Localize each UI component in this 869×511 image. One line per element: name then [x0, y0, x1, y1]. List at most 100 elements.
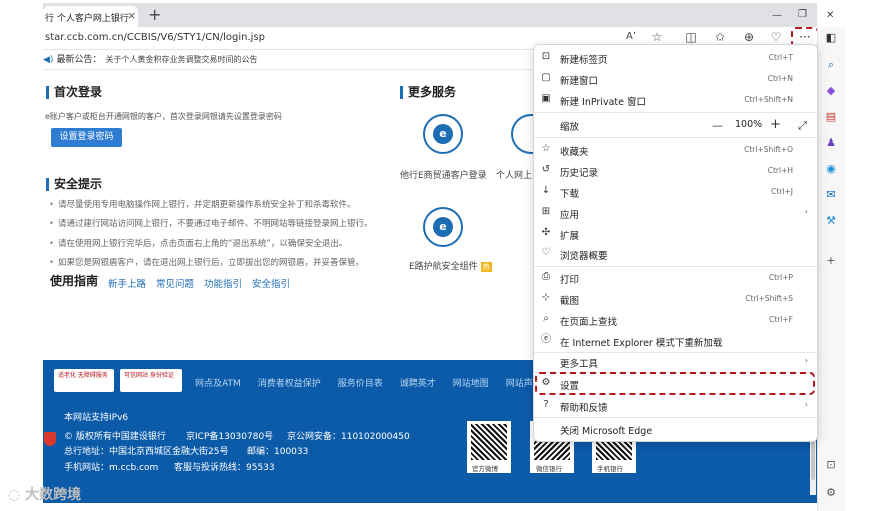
menu-item-close-edge[interactable]: 关闭 Microsoft Edge	[534, 419, 817, 439]
menu-label: 新建窗口	[560, 76, 599, 87]
printer-icon: ⎙	[542, 271, 550, 282]
footer-link-fees[interactable]: 服务价目表	[338, 379, 383, 389]
close-window-button[interactable]: ✕	[826, 10, 834, 21]
menu-item-more-tools[interactable]: 更多工具 ›	[534, 352, 817, 372]
url-text[interactable]: star.ccb.com.cn/CCBIS/V6/STY1/CN/login.j…	[45, 32, 265, 43]
announcement-link[interactable]: 关于个人黄金积存业务调整交易时间的公告	[105, 55, 257, 64]
menu-item-find[interactable]: ⌕ 在页面上查找 Ctrl+F	[534, 310, 817, 330]
menu-item-new-window[interactable]: ▢ 新建窗口 Ctrl+N	[534, 69, 817, 89]
watermark: ◌ 大数跨境	[8, 484, 81, 504]
menu-item-new-tab[interactable]: ⊡ 新建标签页 Ctrl+T	[534, 48, 817, 68]
menu-label: 浏览器概要	[560, 251, 608, 262]
menu-item-help[interactable]: ? 帮助和反馈 ›	[534, 396, 817, 416]
favorites-icon[interactable]: ✩	[712, 29, 728, 45]
briefcase-icon[interactable]: ▤	[824, 110, 838, 124]
history-icon: ↺	[541, 164, 551, 175]
icp-text[interactable]: 京ICP备13030780号	[186, 429, 273, 442]
security-tip-2: 请通过建行网站访问网上银行，不要通过电子邮件、不明网站等链接登录网上银行。	[49, 217, 373, 229]
footer-nav: 网点及ATM 消费者权益保护 服务价目表 诚聘英才 网站地图 网站声明	[195, 376, 559, 389]
guide-link-security[interactable]: 安全指引	[252, 279, 290, 290]
tab-ccb-login[interactable]: 行 个人客户网上银行	[43, 6, 138, 27]
footer-link-sitemap[interactable]: 网站地图	[453, 379, 489, 389]
add-sidebar-app-icon[interactable]: +	[824, 254, 838, 268]
sidebar-toggle-icon[interactable]: ◧	[824, 31, 838, 45]
menu-label: 新建 InPrivate 窗口	[560, 97, 646, 108]
menu-separator	[534, 137, 817, 138]
search-icon[interactable]: ⌕	[824, 58, 838, 72]
menu-item-history[interactable]: ↺ 历史记录 Ctrl+H	[534, 161, 817, 181]
menu-separator	[534, 112, 817, 113]
footer-link-branches[interactable]: 网点及ATM	[195, 379, 241, 389]
menu-item-screenshot[interactable]: ⊹ 截图 Ctrl+Shift+S	[534, 289, 817, 309]
tab-title: 行 个人客户网上银行	[45, 14, 129, 24]
trusted-site-logo[interactable]: 可信网站 身份验证	[120, 369, 182, 392]
service-eshangmao-label[interactable]: 他行E商贸通客户登录	[400, 168, 487, 181]
settings-highlight-box	[535, 372, 815, 395]
police-record-text[interactable]: 京公网安备：110102000450	[287, 429, 410, 442]
watermark-text: 大数跨境	[25, 487, 82, 503]
zoom-in-button[interactable]: +	[770, 117, 781, 132]
service-personal-label[interactable]: 个人网上	[496, 168, 532, 181]
new-tab-icon: ⊡	[541, 51, 551, 62]
menu-item-extensions[interactable]: ✣ 扩展	[534, 224, 817, 244]
zip-text: 邮编：100033	[247, 447, 309, 457]
service-security-component-label[interactable]: E路护航安全组件热	[409, 259, 492, 272]
watermark-logo-icon: ◌	[8, 487, 26, 503]
tab-close-icon[interactable]: ×	[127, 9, 136, 22]
menu-item-apps[interactable]: ⊞ 应用 ›	[534, 203, 817, 223]
collections-icon[interactable]: ⊕	[741, 29, 757, 45]
outlook-icon[interactable]: ✉	[824, 188, 838, 202]
chevron-right-icon: ›	[804, 400, 808, 409]
menu-item-favorites[interactable]: ☆ 收藏夹 Ctrl+Shift+O	[534, 140, 817, 160]
menu-label: 帮助和反馈	[560, 403, 608, 414]
person-icon[interactable]: ♟	[824, 136, 838, 150]
zoom-out-button[interactable]: —	[712, 119, 723, 132]
more-services-title: 更多服务	[400, 86, 456, 99]
tag-icon[interactable]: ◆	[824, 84, 838, 98]
menu-label: 在 Internet Explorer 模式下重新加载	[560, 338, 723, 349]
first-login-title: 首次登录	[46, 86, 102, 99]
minimize-button[interactable]: —	[772, 10, 782, 21]
new-tab-button[interactable]: +	[148, 5, 161, 24]
read-aloud-icon[interactable]: Aʼ	[623, 29, 639, 45]
guide-link-function[interactable]: 功能指引	[204, 279, 242, 290]
accessibility-logo[interactable]: 适老化 无障碍服务	[54, 369, 114, 392]
fullscreen-icon[interactable]: ⤢	[798, 119, 807, 133]
tools-icon[interactable]: ⚒	[824, 214, 838, 228]
set-login-password-button[interactable]: 设置登录密码	[51, 128, 122, 147]
help-icon: ?	[543, 399, 549, 410]
menu-item-new-inprivate[interactable]: ▣ 新建 InPrivate 窗口 Ctrl+Shift+N	[534, 90, 817, 110]
menu-shortcut: Ctrl+T	[768, 53, 793, 62]
inprivate-icon: ▣	[541, 93, 551, 104]
menu-item-print[interactable]: ⎙ 打印 Ctrl+P	[534, 268, 817, 288]
restore-button[interactable]: ❐	[798, 9, 807, 20]
copyright-text: © 版权所有中国建设银行	[64, 432, 166, 442]
footer-link-careers[interactable]: 诚聘英才	[400, 379, 436, 389]
divider	[43, 69, 533, 70]
menu-shortcut: Ctrl+P	[768, 273, 793, 282]
service-eshangmao-icon[interactable]: e	[423, 114, 463, 154]
guide-title: 使用指南	[50, 274, 99, 288]
split-screen-icon[interactable]: ◫	[683, 29, 699, 45]
announcement-bar: ◀) 最新公告： 关于个人黄金积存业务调整交易时间的公告	[43, 52, 257, 68]
menu-item-browser-essentials[interactable]: ♡ 浏览器概要	[534, 244, 817, 264]
sidebar-settings-icon[interactable]: ⚙	[824, 486, 838, 500]
mobile-site-text[interactable]: 手机网站：m.ccb.com	[64, 460, 158, 473]
favorite-star-icon[interactable]: ☆	[649, 29, 665, 45]
footer-link-consumer-rights[interactable]: 消费者权益保护	[258, 379, 321, 389]
menu-shortcut: Ctrl+Shift+O	[744, 145, 793, 154]
ie-icon: ⓔ	[541, 334, 551, 345]
browser-essentials-icon[interactable]: ♡	[768, 29, 784, 45]
office-icon[interactable]: ◉	[824, 162, 838, 176]
service-security-component-icon[interactable]: e	[423, 207, 463, 247]
menu-label: 历史记录	[560, 168, 599, 179]
guide-link-faq[interactable]: 常见问题	[156, 279, 194, 290]
hotline-text: 客服与投诉热线：95533	[174, 463, 275, 473]
menu-shortcut: Ctrl+F	[769, 315, 793, 324]
menu-item-downloads[interactable]: ↓ 下载 Ctrl+J	[534, 182, 817, 202]
address-text: 总行地址：中国北京西城区金融大街25号	[64, 447, 229, 457]
service-personal-icon[interactable]: e	[511, 114, 535, 154]
screenshot-sidebar-icon[interactable]: ⊡	[824, 458, 838, 472]
guide-link-newbie[interactable]: 新手上路	[108, 279, 146, 290]
menu-item-ie-mode[interactable]: ⓔ 在 Internet Explorer 模式下重新加载	[534, 331, 817, 351]
